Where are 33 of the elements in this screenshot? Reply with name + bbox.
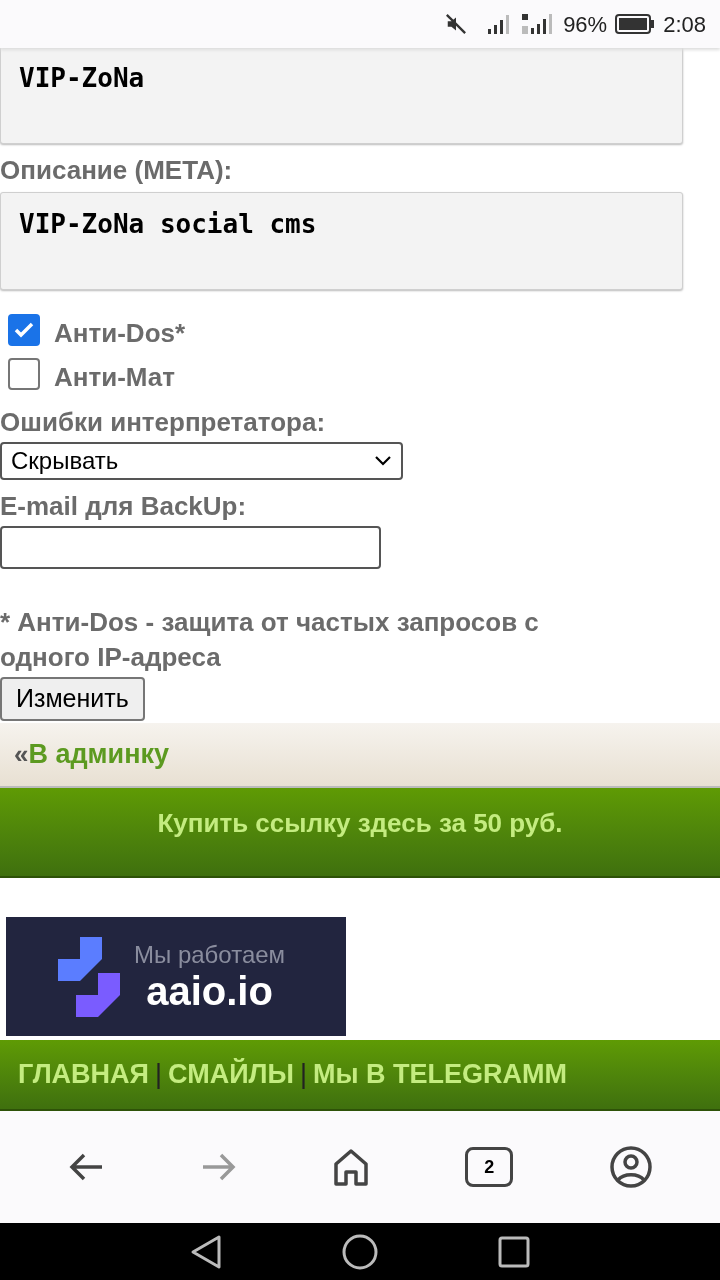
back-arrow: « (14, 738, 29, 771)
separator: | (299, 1058, 307, 1092)
field-label: Описание (META): (0, 154, 233, 186)
checkbox-label: Анти-Dos* (54, 316, 186, 350)
email-field[interactable] (0, 526, 381, 569)
checkbox[interactable] (8, 314, 40, 346)
mute-icon (445, 13, 468, 35)
banner-logo-text: aaio.io (146, 968, 273, 1013)
logo-icon (58, 936, 120, 1017)
forward-icon[interactable] (200, 1152, 237, 1182)
separator: | (155, 1058, 162, 1092)
back-nav-icon[interactable] (190, 1233, 222, 1270)
select-dropdown[interactable]: Скрывать (0, 442, 403, 480)
footnote: * Анти-Dos - защита от частых запросов с одного IP-адреса (0, 606, 540, 674)
field-label: Ошибки интерпретатора: (0, 406, 326, 438)
text-area[interactable]: VIP-ZoNa (0, 46, 683, 144)
battery-percent: 96% (563, 10, 608, 39)
text-area[interactable]: VIP-ZoNa social cms (0, 192, 683, 290)
ad-banner[interactable]: Мы работаем aaio.io (6, 917, 346, 1036)
field-label: E-mail для BackUp: (0, 490, 247, 522)
home-nav-icon[interactable] (342, 1233, 378, 1270)
account-icon[interactable] (609, 1146, 652, 1188)
back-icon[interactable] (68, 1152, 105, 1182)
checkbox-label: Анти-Мат (54, 360, 176, 394)
clock: 2:08 (663, 10, 706, 39)
tabs-button[interactable]: 2 (465, 1147, 514, 1187)
battery-icon (615, 14, 656, 34)
banner-tagline: Мы работаем (134, 940, 286, 969)
checkbox[interactable] (8, 358, 40, 390)
home-icon[interactable] (332, 1148, 369, 1186)
submit-button[interactable]: Изменить (0, 677, 145, 721)
recents-nav-icon[interactable] (498, 1235, 530, 1268)
chevron-down-icon (374, 455, 392, 467)
